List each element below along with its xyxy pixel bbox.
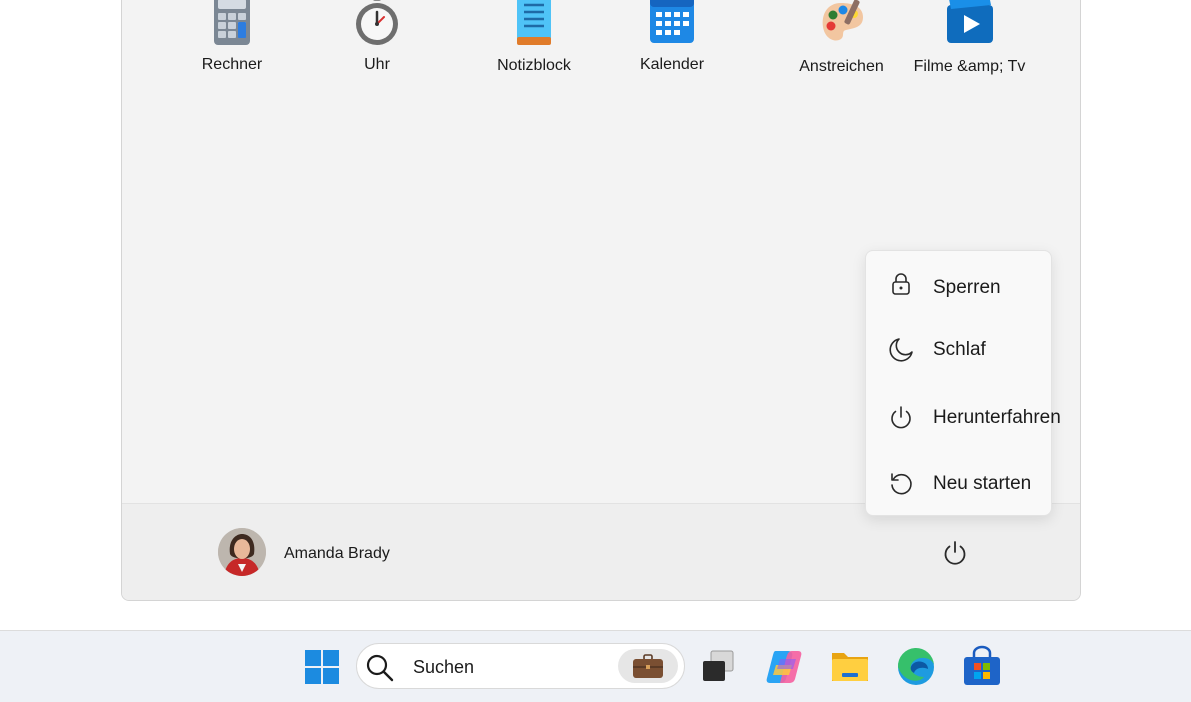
restart-icon [888,471,914,497]
app-clock[interactable]: Uhr [327,0,427,81]
user-name[interactable]: Amanda Brady [284,545,390,563]
power-menu-label: Herunterfahren [933,407,1061,428]
calendar-icon [650,0,694,43]
power-menu-label: Sperren [933,277,1001,298]
clock-icon [351,0,403,45]
power-menu-shutdown[interactable]: Herunterfahren [866,393,1061,443]
edge-icon[interactable] [894,645,938,689]
app-calendar[interactable]: Kalender [622,0,722,81]
notepad-icon [514,0,554,45]
task-view-icon[interactable] [697,645,741,689]
lock-icon [888,271,914,297]
power-button[interactable] [940,538,970,568]
work-briefcase-icon [633,654,663,678]
app-label: Kalender [639,56,705,73]
app-label: Rechner [201,56,263,73]
app-calculator[interactable]: Rechner [182,0,282,81]
start-footer: Amanda Brady [122,503,1080,600]
power-icon [944,541,966,565]
search-box[interactable]: Suchen [356,643,685,689]
file-explorer-icon[interactable] [828,645,872,689]
app-label: Anstreichen [799,58,884,75]
windows-start-icon[interactable] [300,645,344,689]
app-paint[interactable]: Anstreichen [789,0,894,81]
power-menu-restart[interactable]: Neu starten [866,459,1051,509]
app-notepad[interactable]: Notizblock [484,0,584,81]
moon-icon [888,337,914,363]
power-icon [888,405,914,431]
app-label: Filme &amp; Tv [913,58,1026,75]
movies-tv-icon [945,0,995,45]
copilot-icon[interactable] [762,645,806,689]
calculator-icon [212,0,252,45]
app-movies-tv[interactable]: Filme &amp; Tv [907,0,1032,81]
power-menu-lock[interactable]: Sperren [866,261,1051,311]
taskbar: Suchen [0,630,1191,702]
store-icon[interactable] [960,645,1004,689]
avatar[interactable] [218,528,266,576]
search-highlight[interactable] [618,649,678,683]
app-label: Notizblock [497,57,571,74]
paint-palette-icon [819,0,867,45]
power-menu-label: Schlaf [933,339,986,360]
search-icon [365,653,395,683]
app-label: Uhr [364,56,390,73]
power-menu: Sperren Schlaf Herunterfahren Neu starte… [865,250,1061,516]
power-menu-sleep[interactable]: Schlaf [866,325,1051,375]
power-menu-label: Neu starten [933,473,1032,494]
search-placeholder: Suchen [413,657,475,677]
